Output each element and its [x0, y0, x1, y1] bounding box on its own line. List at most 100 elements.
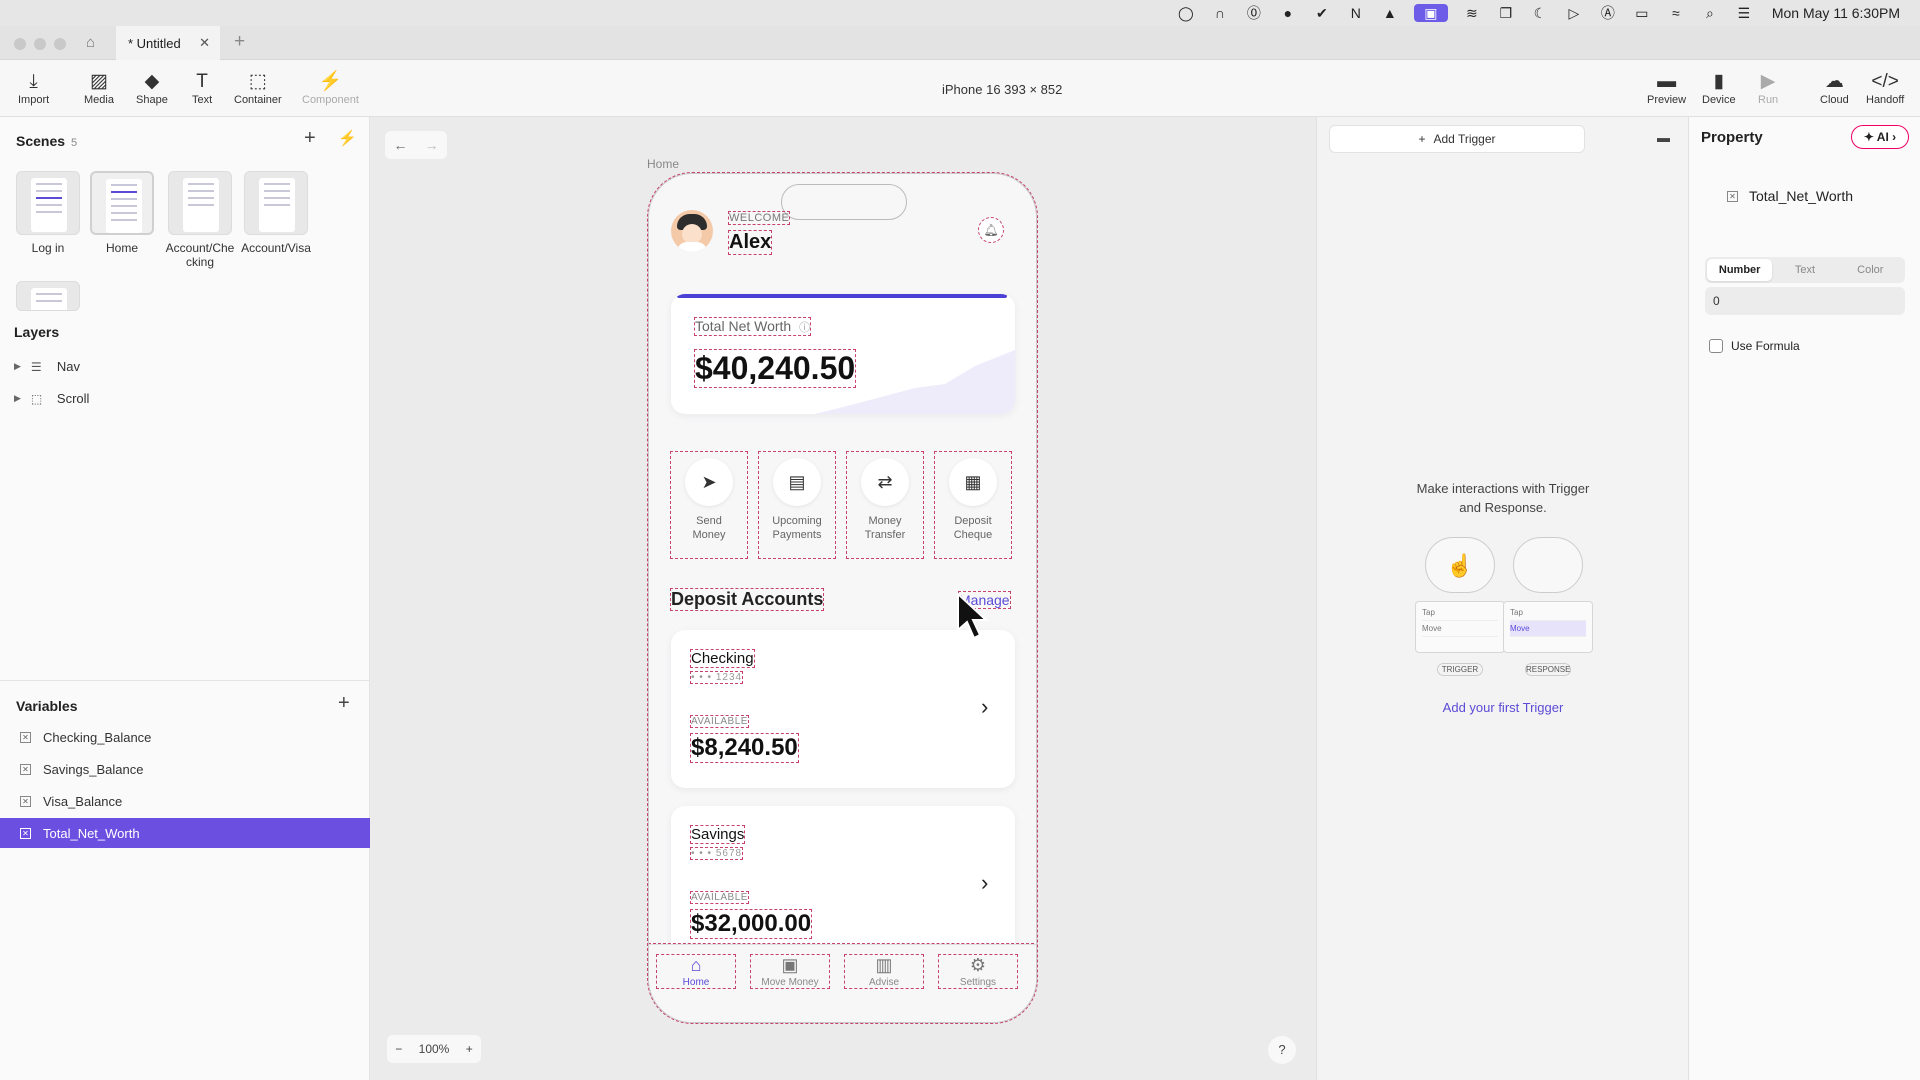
layer-scroll[interactable]: ▶ ⬚ Scroll: [14, 391, 89, 406]
money-transfer-action[interactable]: ⇄ Money Transfer: [846, 451, 924, 559]
run-icon: ▶: [1760, 71, 1776, 92]
checkmark-icon[interactable]: ✔: [1312, 4, 1332, 22]
onepassword-icon[interactable]: ⓪: [1244, 4, 1264, 22]
welcome-label[interactable]: WELCOME: [727, 211, 791, 225]
tab-title: * Untitled: [128, 35, 181, 51]
new-tab-icon[interactable]: +: [234, 31, 245, 53]
comment-icon[interactable]: ▬: [1657, 130, 1670, 145]
device-button[interactable]: ▮ Device: [1702, 70, 1736, 106]
add-scene-icon[interactable]: +: [304, 127, 316, 150]
variable-item[interactable]: ✕ Checking_Balance: [0, 722, 370, 752]
add-variable-icon[interactable]: +: [338, 692, 350, 715]
component-label: Component: [302, 94, 359, 106]
send-money-action[interactable]: ➤ Send Money: [670, 451, 748, 559]
add-trigger-button[interactable]: + Add Trigger: [1329, 125, 1585, 153]
device-selector[interactable]: iPhone 16 393 × 852: [930, 76, 1075, 102]
net-worth-value[interactable]: $40,240.50: [693, 349, 857, 388]
variable-icon: ✕: [20, 795, 31, 807]
handoff-button[interactable]: </> Handoff: [1866, 70, 1904, 106]
scene-fifth[interactable]: [16, 281, 80, 311]
close-tab-icon[interactable]: ✕: [199, 35, 210, 51]
variable-item-selected[interactable]: ✕ Total_Net_Worth: [0, 818, 370, 848]
user-name[interactable]: Alex: [727, 230, 773, 255]
upcoming-payments-action[interactable]: ▤ Upcoming Payments: [758, 451, 836, 559]
variable-name-card[interactable]: ✕ Total_Net_Worth: [1705, 145, 1909, 221]
chevron-right-icon[interactable]: ›: [981, 694, 988, 720]
clock[interactable]: Mon May 11 6:30PM: [1772, 5, 1900, 21]
minimize-window-button[interactable]: [34, 38, 46, 50]
wifi-icon[interactable]: ≈: [1666, 4, 1686, 22]
keyboard-icon[interactable]: Ⓐ: [1598, 4, 1618, 22]
account-card-savings[interactable]: Savings • • • 5678 AVAILABLE $32,000.00 …: [671, 806, 1015, 964]
info-icon[interactable]: ⓘ: [799, 322, 810, 334]
n-app-icon[interactable]: N: [1346, 4, 1366, 22]
nav-settings[interactable]: ⚙ Settings: [938, 954, 1018, 989]
back-arrow-icon[interactable]: ←: [394, 137, 408, 153]
layer-nav[interactable]: ▶ ☰ Nav: [14, 359, 80, 374]
zoom-level[interactable]: 100%: [419, 1042, 450, 1056]
tab-untitled[interactable]: * Untitled ✕: [116, 26, 220, 60]
account-card-checking[interactable]: Checking • • • 1234 AVAILABLE $8,240.50 …: [671, 630, 1015, 788]
component-button[interactable]: ⚡ Component: [302, 70, 359, 106]
moon-icon[interactable]: ☾: [1530, 4, 1550, 22]
container-button[interactable]: ⬚ Container: [234, 70, 282, 106]
variable-icon: ✕: [20, 731, 31, 743]
scene-account-visa[interactable]: Account/Visa: [241, 171, 311, 255]
type-number-option[interactable]: Number: [1707, 259, 1773, 281]
zoom-out-icon[interactable]: −: [395, 1042, 402, 1056]
value-input[interactable]: [1705, 287, 1905, 315]
variable-item[interactable]: ✕ Savings_Balance: [0, 754, 370, 784]
play-icon[interactable]: ▷: [1564, 4, 1584, 22]
variable-icon: ✕: [20, 763, 31, 775]
variable-name[interactable]: Total_Net_Worth: [1749, 188, 1853, 204]
bell-icon[interactable]: 🔔︎: [978, 217, 1004, 243]
type-text-option[interactable]: Text: [1772, 259, 1837, 281]
nav-home[interactable]: ⌂ Home: [656, 954, 736, 989]
flash-icon[interactable]: ⚡: [338, 129, 357, 147]
text-button[interactable]: T Text: [192, 70, 212, 106]
search-icon[interactable]: ⌕: [1700, 4, 1720, 22]
net-worth-label-wrap[interactable]: Total Net Worth ⓘ: [693, 317, 812, 336]
record-icon[interactable]: ◯: [1176, 4, 1196, 22]
import-button[interactable]: ⤓ Import: [18, 70, 49, 106]
home-icon[interactable]: ⌂: [86, 34, 95, 51]
variable-item[interactable]: ✕ Visa_Balance: [0, 786, 370, 816]
type-color-option[interactable]: Color: [1838, 259, 1903, 281]
control-center-icon[interactable]: ☰: [1734, 4, 1754, 22]
zoom-in-icon[interactable]: +: [466, 1042, 473, 1056]
cat-icon[interactable]: ●: [1278, 4, 1298, 22]
net-worth-card[interactable]: Total Net Worth ⓘ $40,240.50: [671, 294, 1015, 414]
close-window-button[interactable]: [14, 38, 26, 50]
shape-button[interactable]: ◆ Shape: [136, 70, 168, 106]
scene-home[interactable]: Home: [90, 171, 154, 255]
chevron-right-icon[interactable]: ›: [981, 870, 988, 896]
chart-icon: ▥: [875, 955, 893, 975]
expand-icon[interactable]: ▶: [14, 361, 21, 372]
nav-advise[interactable]: ▥ Advise: [844, 954, 924, 989]
zoom-window-button[interactable]: [54, 38, 66, 50]
deposit-cheque-action[interactable]: ▦ Deposit Cheque: [934, 451, 1012, 559]
battery-icon[interactable]: ▭: [1632, 4, 1652, 22]
frame-label[interactable]: Home: [647, 157, 679, 171]
use-formula-toggle[interactable]: Use Formula: [1709, 339, 1800, 353]
preview-button[interactable]: ▬ Preview: [1647, 70, 1686, 106]
layers-app-icon[interactable]: ≋: [1462, 4, 1482, 22]
scene-account-checking[interactable]: Account/Checking: [166, 171, 234, 269]
run-button[interactable]: ▶ Run: [1758, 70, 1778, 106]
drive-icon[interactable]: ▲: [1380, 4, 1400, 22]
scene-log-in[interactable]: Log in: [16, 171, 80, 255]
variable-icon: ✕: [1727, 191, 1738, 202]
windows-icon[interactable]: ❐: [1496, 4, 1516, 22]
media-button[interactable]: ▨ Media: [84, 70, 114, 106]
nav-move-money[interactable]: ▣ Move Money: [750, 954, 830, 989]
forward-arrow-icon[interactable]: →: [425, 137, 439, 153]
expand-icon[interactable]: ▶: [14, 393, 21, 404]
help-button[interactable]: ?: [1268, 1036, 1296, 1064]
scene-label: Log in: [31, 241, 65, 255]
formula-checkbox[interactable]: [1709, 339, 1723, 353]
notion-icon[interactable]: ∩: [1210, 4, 1230, 22]
add-first-trigger-link[interactable]: Add your first Trigger: [1413, 700, 1593, 715]
avatar[interactable]: [671, 210, 713, 252]
cloud-button[interactable]: ☁ Cloud: [1820, 70, 1849, 106]
screen-share-icon[interactable]: ▣: [1413, 4, 1448, 22]
